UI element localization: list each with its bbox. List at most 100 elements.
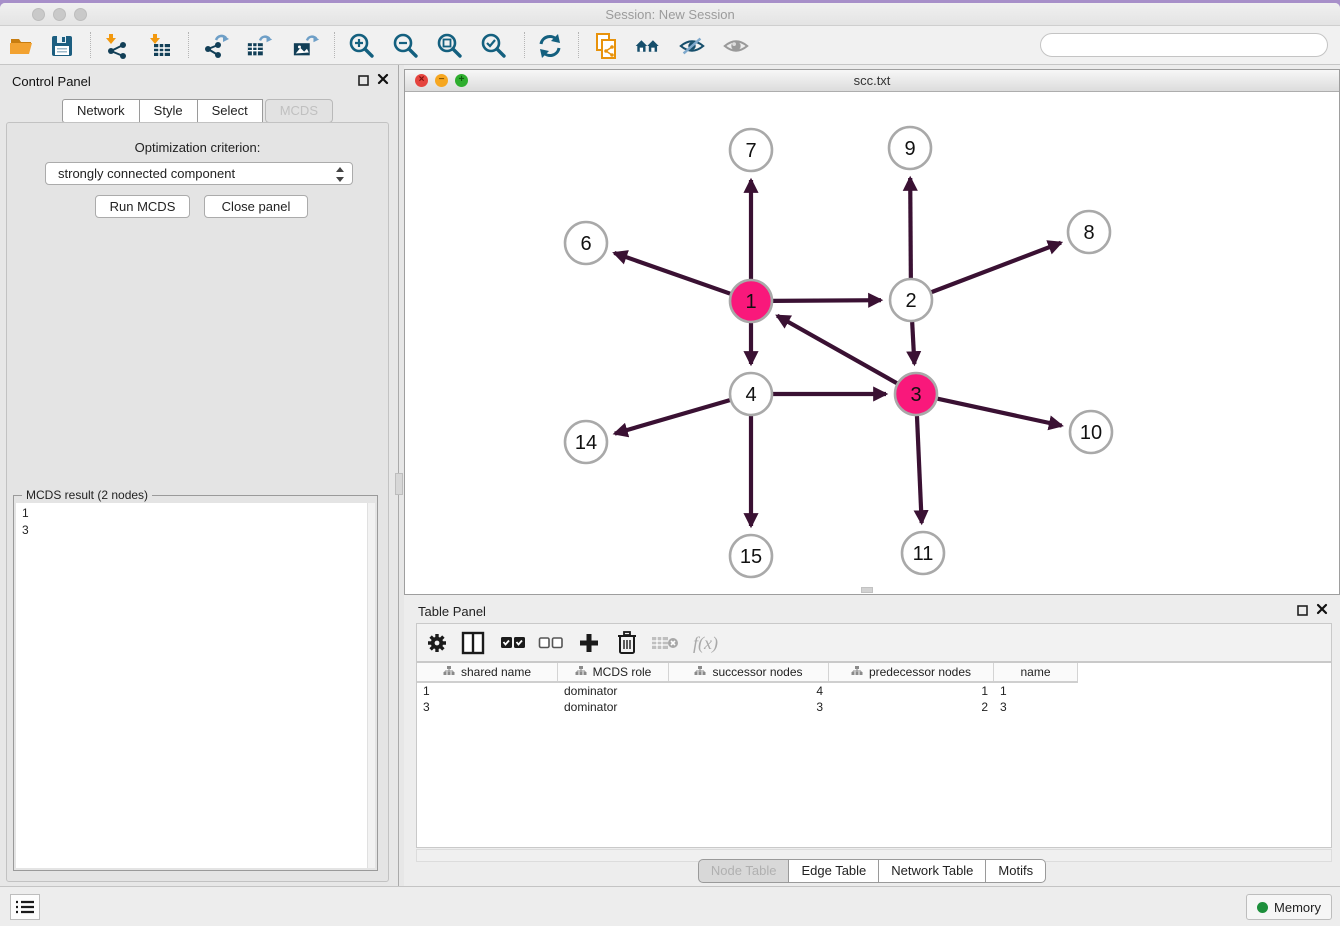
save-session-icon[interactable]: [48, 32, 76, 60]
select-all-checkboxes-icon[interactable]: [499, 629, 527, 657]
zoom-in-icon[interactable]: [348, 32, 376, 60]
cell-name[interactable]: 1: [994, 683, 1078, 699]
cell-name[interactable]: 3: [994, 699, 1078, 715]
graph-edge-3-11[interactable]: [917, 416, 922, 523]
graph-node-label: 8: [1083, 222, 1094, 244]
tab-select[interactable]: Select: [198, 99, 263, 123]
tab-mcds[interactable]: MCDS: [265, 99, 333, 123]
graph-edge-2-8[interactable]: [932, 243, 1061, 292]
column-header-name[interactable]: name: [994, 663, 1078, 681]
add-column-icon[interactable]: [575, 629, 603, 657]
optimization-criterion-select[interactable]: strongly connected component: [45, 162, 353, 185]
import-network-icon[interactable]: [102, 32, 130, 60]
table-row[interactable]: 1 dominator 4 1 1: [417, 683, 1331, 699]
column-header-shared-name[interactable]: shared name: [417, 663, 558, 681]
function-builder-icon[interactable]: f(x): [689, 629, 729, 657]
show-all-icon[interactable]: [722, 32, 750, 60]
cell-mcds-role[interactable]: dominator: [558, 683, 669, 699]
toggle-panel-icon[interactable]: [459, 629, 487, 657]
result-line: 1: [22, 505, 375, 522]
cell-successor-nodes[interactable]: 3: [669, 699, 829, 715]
cell-predecessor-nodes[interactable]: 1: [829, 683, 994, 699]
tab-network[interactable]: Network: [62, 99, 140, 123]
network-graph[interactable]: 7968124314101511: [405, 92, 1339, 594]
result-scrollbar[interactable]: [367, 503, 375, 868]
control-panel-title: Control Panel: [12, 74, 91, 89]
table-row[interactable]: 3 dominator 3 2 3: [417, 699, 1331, 715]
close-panel-icon[interactable]: [377, 73, 389, 88]
graph-node-label: 11: [913, 543, 934, 565]
cell-successor-nodes[interactable]: 4: [669, 683, 829, 699]
refresh-view-icon[interactable]: [536, 32, 564, 60]
cell-predecessor-nodes[interactable]: 2: [829, 699, 994, 715]
graph-node-label: 1: [745, 291, 756, 313]
graph-node-label: 3: [910, 384, 921, 406]
column-header-successor-nodes[interactable]: successor nodes: [669, 663, 829, 681]
network-canvas[interactable]: 7968124314101511: [405, 92, 1339, 594]
column-header-mcds-role[interactable]: MCDS role: [558, 663, 669, 681]
float-panel-icon[interactable]: [358, 74, 369, 89]
close-panel-button[interactable]: Close panel: [204, 195, 308, 218]
toolbar-separator: [578, 32, 579, 58]
delete-column-icon[interactable]: [613, 629, 641, 657]
control-panel-tabs: NetworkStyleSelectMCDS: [0, 99, 395, 123]
network-window-grip[interactable]: [861, 587, 873, 593]
toolbar-separator: [90, 32, 91, 58]
graph-edge-2-3[interactable]: [912, 322, 914, 364]
mcds-result-group: MCDS result (2 nodes) 1 3: [13, 495, 378, 871]
graph-edge-4-14[interactable]: [615, 400, 730, 433]
cell-shared-name[interactable]: 3: [417, 699, 558, 715]
graph-edge-1-2[interactable]: [773, 300, 881, 301]
hide-selected-icon[interactable]: [678, 32, 706, 60]
duplicate-network-icon[interactable]: [592, 32, 620, 60]
search-input[interactable]: [1040, 33, 1328, 57]
network-window-titlebar: × − + scc.txt: [405, 70, 1339, 92]
float-table-panel-icon[interactable]: [1297, 604, 1308, 619]
export-image-icon[interactable]: [292, 32, 320, 60]
zoom-out-icon[interactable]: [392, 32, 420, 60]
tab-edge-table[interactable]: Edge Table: [789, 859, 879, 883]
tab-node-table[interactable]: Node Table: [698, 859, 790, 883]
export-network-icon[interactable]: [202, 32, 230, 60]
graph-node-label: 14: [575, 432, 597, 454]
tree-icon: [575, 666, 587, 678]
mcds-panel-body: Optimization criterion: strongly connect…: [6, 122, 389, 882]
tab-motifs[interactable]: Motifs: [986, 859, 1046, 883]
settings-gear-icon[interactable]: [423, 629, 451, 657]
tab-style[interactable]: Style: [140, 99, 198, 123]
delete-table-icon[interactable]: [651, 629, 679, 657]
import-table-icon[interactable]: [146, 32, 174, 60]
table-header-row: shared name MCDS role successor nodes pr…: [417, 663, 1078, 683]
export-table-icon[interactable]: [246, 32, 274, 60]
mcds-result-text[interactable]: 1 3: [16, 503, 375, 868]
first-neighbors-icon[interactable]: [634, 32, 662, 60]
memory-label: Memory: [1274, 900, 1321, 915]
task-history-button[interactable]: [10, 894, 40, 920]
tree-icon: [443, 666, 455, 678]
run-mcds-button[interactable]: Run MCDS: [95, 195, 190, 218]
graph-node-label: 15: [740, 546, 762, 568]
mcds-result-title: MCDS result (2 nodes): [22, 488, 152, 502]
zoom-selected-icon[interactable]: [480, 32, 508, 60]
close-table-panel-icon[interactable]: [1316, 603, 1328, 618]
cell-mcds-role[interactable]: dominator: [558, 699, 669, 715]
graph-node-label: 6: [580, 233, 591, 255]
table-panel-title: Table Panel: [418, 604, 486, 619]
graph-edge-2-9[interactable]: [910, 178, 911, 278]
graph-edge-3-1[interactable]: [777, 316, 897, 383]
deselect-all-checkboxes-icon[interactable]: [537, 629, 565, 657]
table-tabs: Node TableEdge TableNetwork TableMotifs: [404, 859, 1340, 883]
zoom-fit-icon[interactable]: [436, 32, 464, 60]
control-panel-header: Control Panel: [0, 65, 395, 95]
tab-network-table[interactable]: Network Table: [879, 859, 986, 883]
memory-button[interactable]: Memory: [1246, 894, 1332, 920]
column-header-predecessor-nodes[interactable]: predecessor nodes: [829, 663, 994, 681]
memory-status-icon: [1257, 902, 1268, 913]
graph-edge-1-6[interactable]: [614, 253, 730, 294]
node-table[interactable]: shared name MCDS role successor nodes pr…: [416, 662, 1332, 848]
cell-shared-name[interactable]: 1: [417, 683, 558, 699]
panel-divider[interactable]: [395, 65, 404, 886]
open-session-icon[interactable]: [8, 32, 36, 60]
divider-grip[interactable]: [395, 473, 403, 495]
graph-edge-3-10[interactable]: [937, 399, 1061, 426]
